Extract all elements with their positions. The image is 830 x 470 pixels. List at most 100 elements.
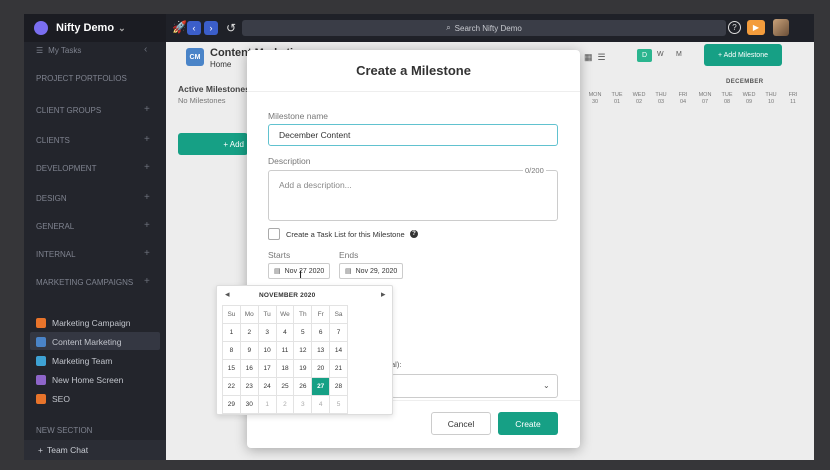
forward-arrow-icon[interactable]: ›	[204, 21, 218, 35]
sidebar-section[interactable]: INTERNAL	[36, 248, 76, 260]
text-cursor-icon: I	[299, 269, 303, 281]
calendar-day[interactable]: 23	[239, 377, 259, 396]
sidebar-section[interactable]: CLIENT GROUPS	[36, 104, 101, 116]
calendar-day[interactable]: 4	[311, 395, 331, 414]
calendar-day[interactable]: 17	[257, 359, 277, 378]
create-task-list-label: Create a Task List for this Milestone	[286, 230, 405, 239]
calendar-day[interactable]: 18	[275, 359, 295, 378]
calendar-day[interactable]: 27	[311, 377, 331, 396]
add-icon[interactable]: +	[144, 276, 150, 287]
calendar-day[interactable]: 11	[275, 341, 295, 360]
weekday-header: Fr	[311, 305, 331, 324]
sidebar-section[interactable]: DESIGN	[36, 192, 67, 204]
calendar-day[interactable]: 21	[329, 359, 348, 378]
calendar-day[interactable]: 12	[293, 341, 313, 360]
add-icon[interactable]: +	[144, 104, 150, 115]
calendar-day[interactable]: 15	[222, 359, 241, 378]
cancel-button[interactable]: Cancel	[431, 412, 491, 435]
assign-select[interactable]	[391, 374, 558, 398]
sidebar-section-new[interactable]: NEW SECTION	[36, 424, 92, 436]
add-icon[interactable]: +	[144, 220, 150, 231]
sidebar-section-portfolios[interactable]: PROJECT PORTFOLIOS	[36, 72, 127, 84]
sidebar-project-active[interactable]: Content Marketing	[36, 334, 121, 350]
previous-month-icon[interactable]: ◂	[225, 289, 230, 300]
add-milestone-button[interactable]: + Add Milestone	[704, 44, 782, 66]
add-icon[interactable]: +	[144, 192, 150, 203]
calendar-day[interactable]: 1	[257, 395, 277, 414]
sidebar-project[interactable]: Marketing Team	[36, 353, 112, 369]
create-button[interactable]: Create	[498, 412, 558, 435]
calendar-day[interactable]: 5	[293, 323, 313, 342]
calendar-day[interactable]: 8	[222, 341, 241, 360]
sidebar-section-marketing[interactable]: MARKETING CAMPAIGNS	[36, 276, 133, 288]
timeline-day: WED 09	[742, 92, 756, 105]
calendar-day[interactable]: 29	[222, 395, 241, 414]
calendar-day[interactable]: 2	[239, 323, 259, 342]
calendar-day[interactable]: 2	[275, 395, 295, 414]
team-chat-button[interactable]: + Team Chat	[24, 440, 166, 460]
calendar-day[interactable]: 14	[329, 341, 348, 360]
view-toggle-icons[interactable]: ▦ ☰	[584, 52, 606, 63]
collapse-sidebar-icon[interactable]: ‹	[144, 44, 147, 55]
next-month-icon[interactable]: ▸	[381, 289, 386, 300]
calendar-day[interactable]: 3	[257, 323, 277, 342]
calendar-day[interactable]: 19	[293, 359, 313, 378]
add-icon[interactable]: +	[144, 134, 150, 145]
frame-bottom	[0, 460, 830, 470]
add-icon[interactable]: +	[144, 248, 150, 259]
info-icon[interactable]: ?	[410, 230, 418, 238]
sidebar-section[interactable]: DEVELOPMENT	[36, 162, 96, 174]
view-month-button[interactable]: M	[676, 51, 682, 58]
calendar-day[interactable]: 24	[257, 377, 277, 396]
whats-new-icon[interactable]: ▶	[747, 20, 765, 35]
calendar-day[interactable]: 9	[239, 341, 259, 360]
view-week-button[interactable]: W	[657, 51, 664, 58]
workspace-switcher[interactable]: Nifty Demo ⌄	[24, 14, 166, 42]
sidebar-section[interactable]: GENERAL	[36, 220, 74, 232]
timeline-days: MON 30 TUE 01 WED 02 THU 03 FRI 04 MON 07 TUE 08 WED 09…	[584, 92, 804, 106]
history-icon[interactable]: ↺	[226, 21, 236, 35]
create-task-list-checkbox[interactable]	[268, 228, 280, 240]
sidebar-project[interactable]: New Home Screen	[36, 372, 123, 388]
project-logo: CM	[186, 48, 204, 66]
tab-home[interactable]: Home	[210, 60, 231, 69]
calendar-day[interactable]: 26	[293, 377, 313, 396]
sidebar-item-my-tasks[interactable]: ☰ My Tasks	[36, 44, 81, 56]
view-day-button[interactable]: D	[637, 49, 652, 62]
frame-right	[814, 14, 830, 460]
weekday-header: Th	[293, 305, 313, 324]
add-icon[interactable]: +	[144, 162, 150, 173]
calendar-day[interactable]: 22	[222, 377, 241, 396]
calendar-day[interactable]: 10	[257, 341, 277, 360]
timeline-day: THU 03	[655, 92, 667, 105]
add-milestone-inline-button[interactable]: + Add	[178, 133, 248, 155]
calendar-day[interactable]: 4	[275, 323, 295, 342]
calendar-day[interactable]: 25	[275, 377, 295, 396]
description-textarea[interactable]: Add a description...	[268, 170, 558, 221]
search-bar[interactable]: ⌕ Search Nifty Demo	[242, 20, 726, 36]
calendar-day[interactable]: 28	[329, 377, 348, 396]
frame-top	[0, 0, 830, 14]
calendar-day[interactable]: 16	[239, 359, 259, 378]
end-date-picker[interactable]: ▤ Nov 29, 2020	[339, 263, 404, 279]
milestone-name-input[interactable]: December Content	[268, 124, 558, 146]
calendar-day[interactable]: 5	[329, 395, 348, 414]
calendar-day[interactable]: 6	[311, 323, 331, 342]
sidebar-project[interactable]: Marketing Campaign	[36, 315, 130, 331]
rocket-icon[interactable]: 🚀	[172, 20, 187, 34]
calendar-day[interactable]: 3	[293, 395, 313, 414]
sidebar-section[interactable]: CLIENTS	[36, 134, 70, 146]
calendar-day[interactable]: 30	[239, 395, 259, 414]
calendar-day[interactable]: 7	[329, 323, 348, 342]
sidebar-project[interactable]: SEO	[36, 391, 70, 407]
project-color-swatch	[36, 337, 46, 347]
help-icon[interactable]: ?	[728, 21, 741, 34]
calendar-icon: ▤	[345, 268, 352, 275]
calendar-day[interactable]: 1	[222, 323, 241, 342]
back-arrow-icon[interactable]: ‹	[187, 21, 201, 35]
sidebar-project-label: SEO	[52, 394, 70, 404]
avatar[interactable]	[773, 19, 789, 36]
timeline-day: TUE 01	[611, 92, 623, 105]
calendar-day[interactable]: 20	[311, 359, 331, 378]
calendar-day[interactable]: 13	[311, 341, 331, 360]
